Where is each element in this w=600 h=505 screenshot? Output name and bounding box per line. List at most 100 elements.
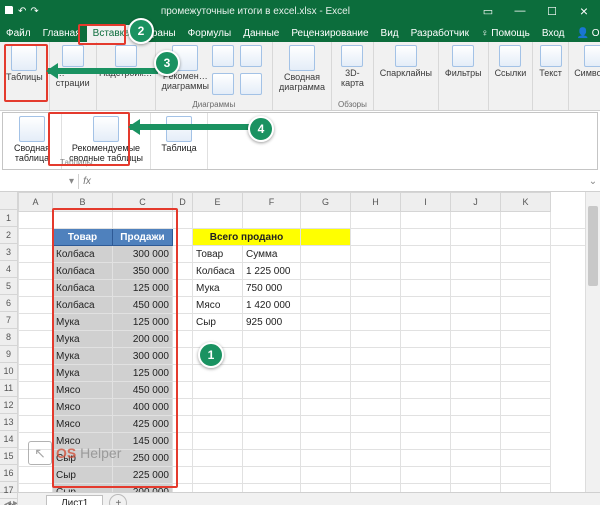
cell[interactable] (243, 450, 301, 467)
tab-dev[interactable]: Разработчик (405, 25, 475, 42)
cell[interactable] (19, 331, 53, 348)
cell[interactable]: Мясо (53, 399, 113, 416)
cell[interactable] (401, 246, 451, 263)
row-header[interactable]: 10 (0, 363, 18, 380)
row-header[interactable]: 2 (0, 227, 18, 244)
cell[interactable] (451, 280, 501, 297)
row-header[interactable]: 17 (0, 482, 18, 499)
cell[interactable] (19, 263, 53, 280)
cell[interactable]: Мука (53, 348, 113, 365)
cell[interactable] (19, 314, 53, 331)
ribbon-pivotchart[interactable]: Сводная диаграмма (273, 42, 332, 110)
cell[interactable]: 400 000 (113, 399, 173, 416)
cell[interactable] (351, 382, 401, 399)
cell[interactable] (193, 399, 243, 416)
cell[interactable] (243, 382, 301, 399)
chart-column-icon[interactable] (212, 45, 234, 67)
ribbon-3dmap[interactable]: 3D- карта Обзоры (332, 42, 374, 110)
cell[interactable] (243, 484, 301, 493)
cell[interactable] (501, 399, 551, 416)
cell[interactable] (301, 416, 351, 433)
cell[interactable] (301, 280, 351, 297)
cell[interactable] (301, 484, 351, 493)
cell[interactable] (501, 229, 551, 246)
cell[interactable] (173, 229, 193, 246)
cell[interactable] (243, 348, 301, 365)
cell[interactable] (173, 382, 193, 399)
cell[interactable]: 1 420 000 (243, 297, 301, 314)
col-header[interactable]: J (451, 193, 501, 212)
cell[interactable] (501, 314, 551, 331)
cell[interactable] (351, 399, 401, 416)
cell[interactable]: 125 000 (113, 314, 173, 331)
tab-formulas[interactable]: Формулы (182, 25, 238, 42)
cell[interactable] (401, 399, 451, 416)
cell[interactable] (351, 263, 401, 280)
cell[interactable] (301, 365, 351, 382)
row-header[interactable]: 7 (0, 312, 18, 329)
cell[interactable]: 925 000 (243, 314, 301, 331)
col-header[interactable]: E (193, 193, 243, 212)
cell[interactable] (193, 365, 243, 382)
cell[interactable] (401, 416, 451, 433)
cell[interactable] (351, 297, 401, 314)
cell[interactable] (173, 331, 193, 348)
cell[interactable] (173, 280, 193, 297)
cell[interactable]: Мука (53, 314, 113, 331)
cell[interactable] (401, 314, 451, 331)
cell[interactable] (451, 484, 501, 493)
cell[interactable]: 200 000 (113, 484, 173, 493)
col-header[interactable]: K (501, 193, 551, 212)
row-header[interactable]: 4 (0, 261, 18, 278)
ribbon-symbols[interactable]: Символ… (569, 42, 600, 110)
tab-home[interactable]: Главная (37, 25, 87, 42)
cell[interactable]: Колбаса (53, 280, 113, 297)
col-header[interactable]: H (351, 193, 401, 212)
vertical-scrollbar[interactable] (585, 192, 600, 492)
cell[interactable] (193, 433, 243, 450)
cell[interactable] (301, 212, 351, 229)
cell[interactable] (351, 450, 401, 467)
row-header[interactable]: 14 (0, 431, 18, 448)
cell[interactable] (401, 297, 451, 314)
cell[interactable] (501, 365, 551, 382)
cell[interactable] (501, 331, 551, 348)
cell[interactable] (19, 416, 53, 433)
cell[interactable] (193, 212, 243, 229)
cell[interactable] (351, 331, 401, 348)
cell[interactable]: 1 225 000 (243, 263, 301, 280)
cell[interactable] (19, 246, 53, 263)
cell[interactable] (19, 280, 53, 297)
table-button[interactable]: Таблица (151, 113, 208, 169)
cell[interactable]: 300 000 (113, 348, 173, 365)
cell[interactable]: Мясо (193, 297, 243, 314)
cell[interactable] (401, 348, 451, 365)
row-header[interactable]: 5 (0, 278, 18, 295)
cell[interactable]: Товар (193, 246, 243, 263)
col-header[interactable]: D (173, 193, 193, 212)
sheet-tab-1[interactable]: Лист1 (46, 495, 103, 505)
cell[interactable] (351, 246, 401, 263)
cell[interactable] (301, 399, 351, 416)
ribbon-sparklines[interactable]: Спарклайны (374, 42, 439, 110)
cell[interactable] (53, 212, 113, 229)
cell[interactable]: 225 000 (113, 467, 173, 484)
cell[interactable]: Мука (193, 280, 243, 297)
maximize-icon[interactable]: ☐ (536, 0, 568, 22)
close-icon[interactable]: × (568, 0, 600, 22)
cell[interactable] (193, 484, 243, 493)
fx-icon[interactable]: fx (79, 176, 95, 187)
redo-icon[interactable]: ↷ (30, 6, 38, 17)
cell[interactable] (301, 467, 351, 484)
cell[interactable] (173, 433, 193, 450)
cell[interactable] (301, 263, 351, 280)
name-box[interactable]: ▾ (0, 174, 79, 189)
cell[interactable] (173, 365, 193, 382)
cell[interactable] (243, 416, 301, 433)
cell[interactable] (501, 348, 551, 365)
cell[interactable] (401, 382, 451, 399)
cell[interactable] (501, 212, 551, 229)
undo-icon[interactable]: ↶ (18, 6, 26, 17)
chart-pie-icon[interactable] (212, 73, 234, 95)
cell[interactable] (301, 382, 351, 399)
